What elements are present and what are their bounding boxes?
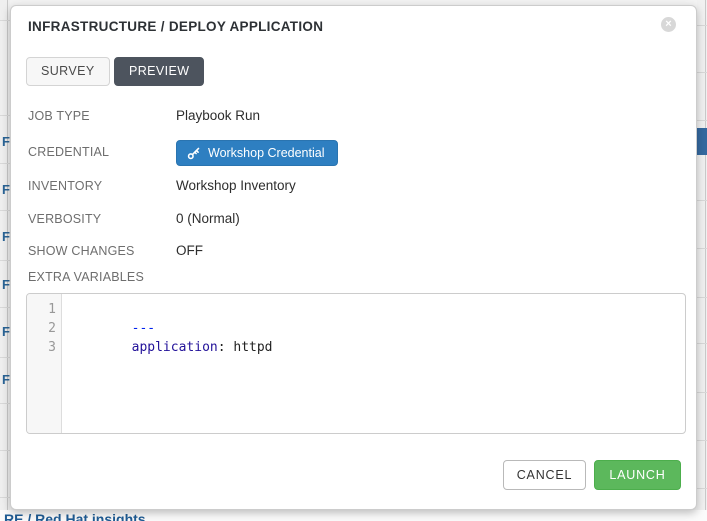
background-row-divider — [0, 163, 10, 164]
extra-variables-label: EXTRA VARIABLES — [28, 270, 144, 284]
credential-label: CREDENTIAL — [28, 145, 109, 159]
background-page-left-sliver: F F F F F F — [0, 0, 10, 521]
background-row-divider — [697, 248, 707, 249]
deploy-application-modal: INFRASTRUCTURE / DEPLOY APPLICATION × SU… — [10, 5, 697, 510]
key-icon — [187, 147, 200, 160]
background-row-divider — [697, 120, 707, 121]
launch-button[interactable]: LAUNCH — [594, 460, 681, 490]
line-number: 3 — [31, 338, 56, 357]
background-row-divider — [0, 403, 10, 404]
background-row-divider — [697, 25, 707, 26]
background-row-divider — [697, 200, 707, 201]
credential-chip[interactable]: Workshop Credential — [176, 140, 338, 166]
background-row-divider — [0, 307, 10, 308]
inventory-label: INVENTORY — [28, 179, 102, 193]
cancel-button[interactable]: CANCEL — [503, 460, 586, 490]
background-link-fragment: F — [2, 183, 10, 196]
background-link-fragment: F — [2, 230, 10, 243]
line-number: 2 — [31, 319, 56, 338]
background-row-divider — [0, 20, 10, 21]
background-row-divider — [697, 488, 707, 489]
modal-title: INFRASTRUCTURE / DEPLOY APPLICATION — [28, 19, 323, 34]
line-number: 1 — [31, 300, 56, 319]
yaml-value: httpd — [226, 340, 273, 355]
extra-variables-editor: 1 2 3 --- application: httpd — [26, 293, 686, 434]
background-row-divider — [0, 450, 10, 451]
background-row-divider — [0, 357, 10, 358]
background-page-right-sliver — [697, 0, 707, 521]
background-link-fragment: F — [2, 325, 10, 338]
background-selected-row-fragment — [697, 128, 707, 155]
verbosity-label: VERBOSITY — [28, 212, 101, 226]
background-row-divider — [697, 392, 707, 393]
editor-line-number-gutter: 1 2 3 — [27, 294, 62, 433]
credential-chip-label: Workshop Credential — [208, 141, 325, 165]
close-icon[interactable]: × — [661, 17, 676, 32]
background-row-divider — [697, 343, 707, 344]
job-type-value: Playbook Run — [176, 108, 260, 123]
background-link-text-fragment: RE / Red Hat insights — [4, 511, 146, 521]
background-link-fragment: F — [2, 135, 10, 148]
editor-code-area[interactable]: --- application: httpd — [69, 294, 685, 433]
job-type-label: JOB TYPE — [28, 109, 90, 123]
background-row-divider — [697, 297, 707, 298]
background-table-border — [705, 0, 706, 521]
background-row-divider — [0, 115, 10, 116]
background-row-divider — [0, 497, 10, 498]
show-changes-value: OFF — [176, 243, 203, 258]
tab-survey[interactable]: SURVEY — [26, 57, 110, 86]
yaml-key: application — [132, 340, 218, 355]
verbosity-value: 0 (Normal) — [176, 211, 240, 226]
yaml-colon: : — [218, 340, 226, 355]
code-line: application: httpd — [69, 319, 273, 376]
background-page-bottom-sliver: RE / Red Hat insights — [0, 510, 707, 521]
show-changes-label: SHOW CHANGES — [28, 244, 135, 258]
background-row-divider — [697, 440, 707, 441]
background-row-divider — [0, 210, 10, 211]
background-row-divider — [697, 72, 707, 73]
inventory-value: Workshop Inventory — [176, 178, 296, 193]
background-link-fragment: F — [2, 278, 10, 291]
tab-preview[interactable]: PREVIEW — [114, 57, 204, 86]
background-link-fragment: F — [2, 373, 10, 386]
background-row-divider — [0, 260, 10, 261]
